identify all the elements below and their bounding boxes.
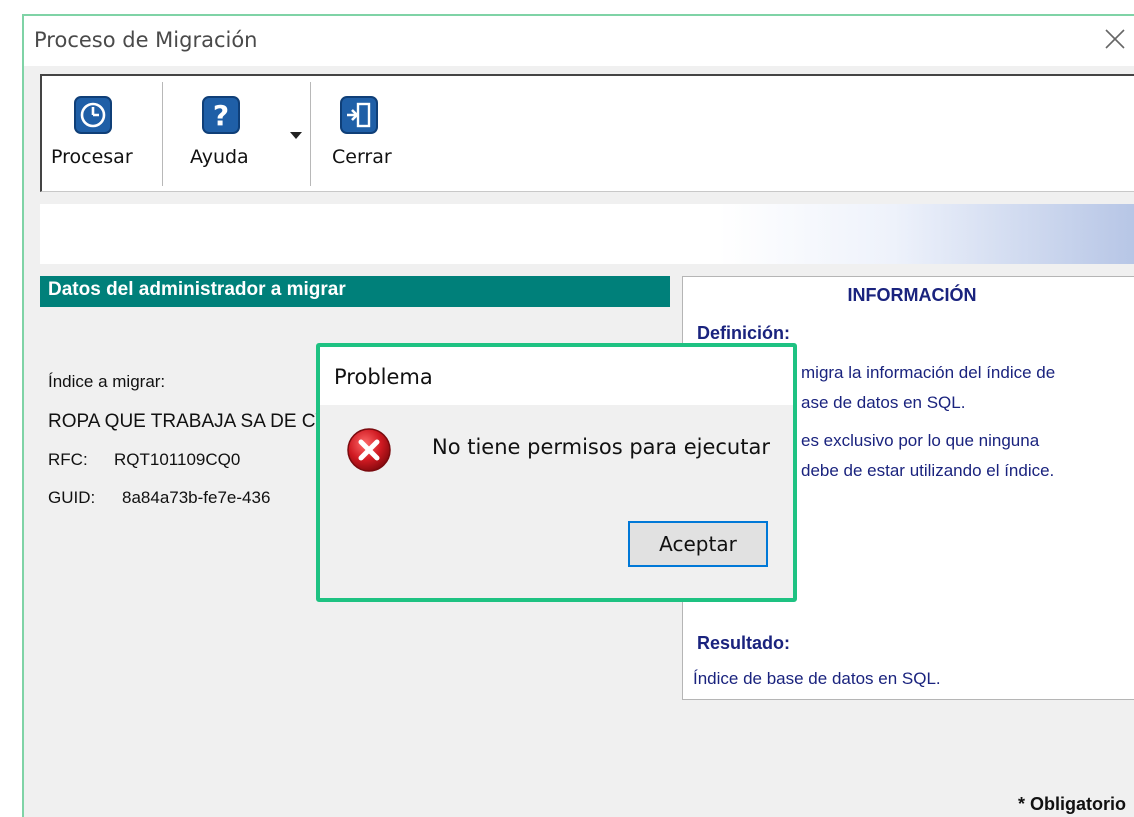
rfc-label: RFC: bbox=[48, 450, 88, 469]
section-header: Datos del administrador a migrar bbox=[40, 276, 670, 307]
chevron-down-icon[interactable] bbox=[290, 132, 302, 139]
toolbar-separator bbox=[310, 82, 311, 186]
definition-line: migra la información del índice de bbox=[801, 363, 1056, 382]
toolbar-separator bbox=[162, 82, 163, 186]
section-header-label: Datos del administrador a migrar bbox=[48, 279, 346, 300]
definicion-heading: Definición: bbox=[697, 323, 790, 343]
window-title: Proceso de Migración bbox=[34, 28, 258, 52]
ayuda-label: Ayuda bbox=[190, 146, 249, 168]
dialog-title: Problema bbox=[334, 365, 433, 389]
procesar-label: Procesar bbox=[51, 146, 133, 168]
resultado-heading: Resultado: bbox=[697, 633, 791, 653]
cerrar-button[interactable]: Cerrar bbox=[312, 76, 408, 192]
title-bar: Proceso de Migración bbox=[24, 16, 1134, 66]
exit-door-icon bbox=[340, 96, 378, 134]
company-name: ROPA QUE TRABAJA SA DE CV bbox=[48, 411, 329, 432]
resultado-text: Índice de base de datos en SQL. bbox=[693, 669, 941, 688]
accept-button[interactable]: Aceptar bbox=[628, 521, 768, 567]
error-dialog: Problema No tiene permisos para ejecutar… bbox=[316, 343, 797, 602]
dialog-body: No tiene permisos para ejecutar Aceptar bbox=[320, 405, 793, 598]
error-icon bbox=[347, 428, 391, 472]
guid-value: 8a84a73b-fe7e-436 bbox=[122, 488, 271, 507]
svg-text:?: ? bbox=[213, 99, 229, 132]
definition-line: es exclusivo por lo que ninguna bbox=[801, 431, 1040, 450]
question-icon: ? bbox=[202, 96, 240, 134]
guid-label: GUID: bbox=[48, 488, 96, 507]
clock-icon bbox=[74, 96, 112, 134]
ayuda-button[interactable]: ? Ayuda bbox=[164, 76, 310, 192]
dialog-title-bar: Problema bbox=[320, 347, 793, 405]
toolbar: Procesar ? Ayuda Cerrar bbox=[40, 74, 1134, 192]
rfc-value: RQT101109CQ0 bbox=[114, 450, 241, 469]
close-icon[interactable] bbox=[1100, 24, 1130, 54]
cerrar-label: Cerrar bbox=[332, 146, 392, 168]
procesar-button[interactable]: Procesar bbox=[42, 76, 160, 192]
indice-label: Índice a migrar: bbox=[48, 372, 166, 391]
info-title: INFORMACIÓN bbox=[847, 285, 977, 305]
dialog-message: No tiene permisos para ejecutar bbox=[432, 435, 770, 459]
required-note: * Obligatorio bbox=[1018, 794, 1126, 814]
definition-line: ase de datos en SQL. bbox=[801, 393, 966, 412]
definition-line: debe de estar utilizando el índice. bbox=[801, 461, 1055, 480]
header-band bbox=[40, 204, 1134, 264]
